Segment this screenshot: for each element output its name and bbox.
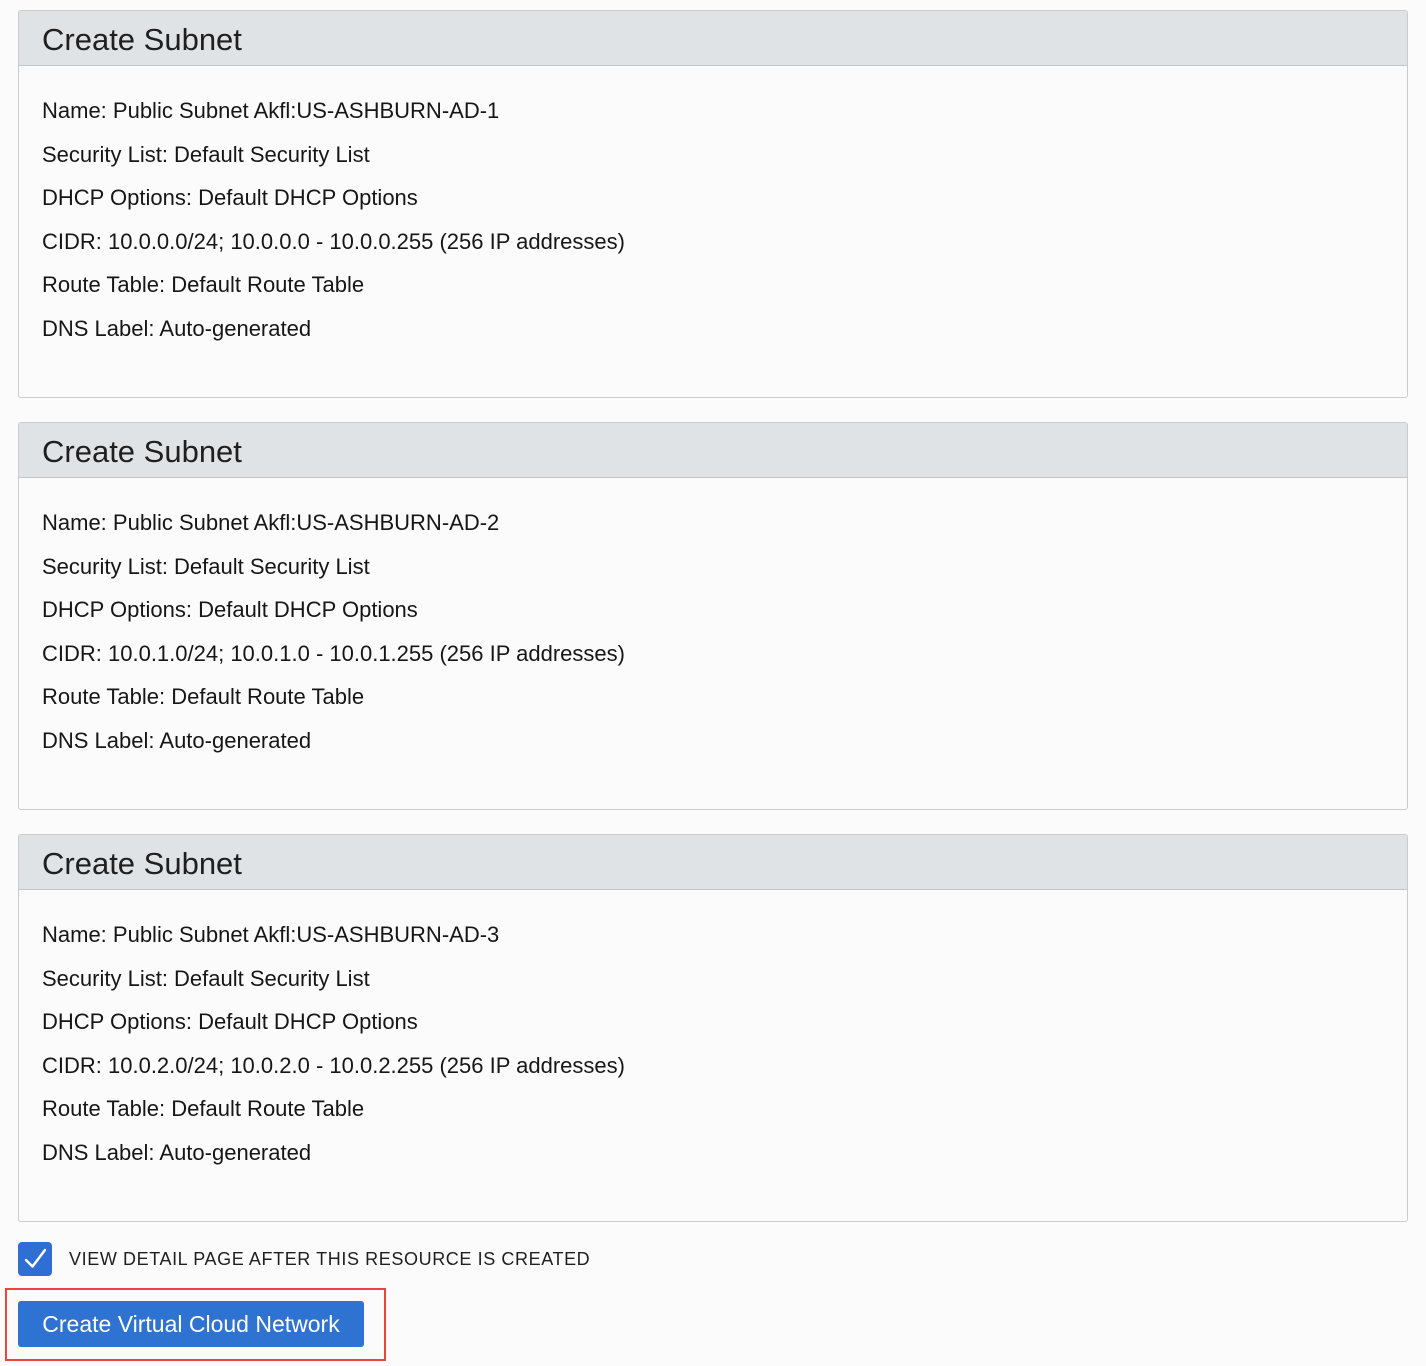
subnet-security-list: Security List: Default Security List (42, 141, 370, 167)
view-detail-checkbox-row: VIEW DETAIL PAGE AFTER THIS RESOURCE IS … (18, 1242, 590, 1276)
subnet-name: Name: Public Subnet Akfl:US-ASHBURN-AD-1 (42, 98, 500, 123)
subnet-security-list: Security List: Default Security List (42, 553, 370, 579)
subnet-cidr: CIDR: 10.0.1.0/24; 10.0.1.0 - 10.0.1.255… (42, 640, 625, 666)
subnet-dhcp-options: DHCP Options: Default DHCP Options (42, 597, 418, 623)
view-detail-checkbox[interactable] (18, 1242, 52, 1276)
panel-title: Create Subnet (42, 846, 242, 881)
subnet-cidr: CIDR: 10.0.2.0/24; 10.0.2.0 - 10.0.2.255… (42, 1052, 625, 1078)
subnet-cidr: CIDR: 10.0.0.0/24; 10.0.0.0 - 10.0.0.255… (42, 228, 625, 254)
subnet-panel-3: Create Subnet Name: Public Subnet Akfl:U… (18, 834, 1408, 1222)
subnet-security-list: Security List: Default Security List (42, 965, 370, 991)
subnet-name: Name: Public Subnet Akfl:US-ASHBURN-AD-3 (42, 922, 500, 947)
subnet-panel-header: Create Subnet (19, 11, 1407, 66)
subnet-panel-1: Create Subnet Name: Public Subnet Akfl:U… (18, 10, 1408, 398)
subnet-dns-label: DNS Label: Auto-generated (42, 727, 312, 753)
subnet-dhcp-options: DHCP Options: Default DHCP Options (42, 1009, 418, 1035)
subnet-route-table: Route Table: Default Route Table (42, 684, 365, 710)
panel-title: Create Subnet (42, 434, 242, 469)
subnet-dns-label: DNS Label: Auto-generated (42, 1139, 312, 1165)
subnet-route-table: Route Table: Default Route Table (42, 1096, 365, 1122)
subnet-dns-label: DNS Label: Auto-generated (42, 315, 312, 341)
subnet-details: Name: Public Subnet Akfl:US-ASHBURN-AD-1… (19, 66, 1407, 340)
create-virtual-cloud-network-button[interactable]: Create Virtual Cloud Network (18, 1301, 364, 1347)
checkmark-icon (24, 1248, 47, 1268)
subnet-panel-header: Create Subnet (19, 835, 1407, 890)
panel-title: Create Subnet (42, 22, 242, 57)
subnet-details: Name: Public Subnet Akfl:US-ASHBURN-AD-2… (19, 478, 1407, 752)
subnet-name: Name: Public Subnet Akfl:US-ASHBURN-AD-2 (42, 510, 500, 535)
subnet-panel-2: Create Subnet Name: Public Subnet Akfl:U… (18, 422, 1408, 810)
subnet-details: Name: Public Subnet Akfl:US-ASHBURN-AD-3… (19, 890, 1407, 1164)
subnet-route-table: Route Table: Default Route Table (42, 272, 365, 298)
subnet-dhcp-options: DHCP Options: Default DHCP Options (42, 185, 418, 211)
view-detail-checkbox-label[interactable]: VIEW DETAIL PAGE AFTER THIS RESOURCE IS … (69, 1249, 590, 1270)
subnet-panel-header: Create Subnet (19, 423, 1407, 478)
